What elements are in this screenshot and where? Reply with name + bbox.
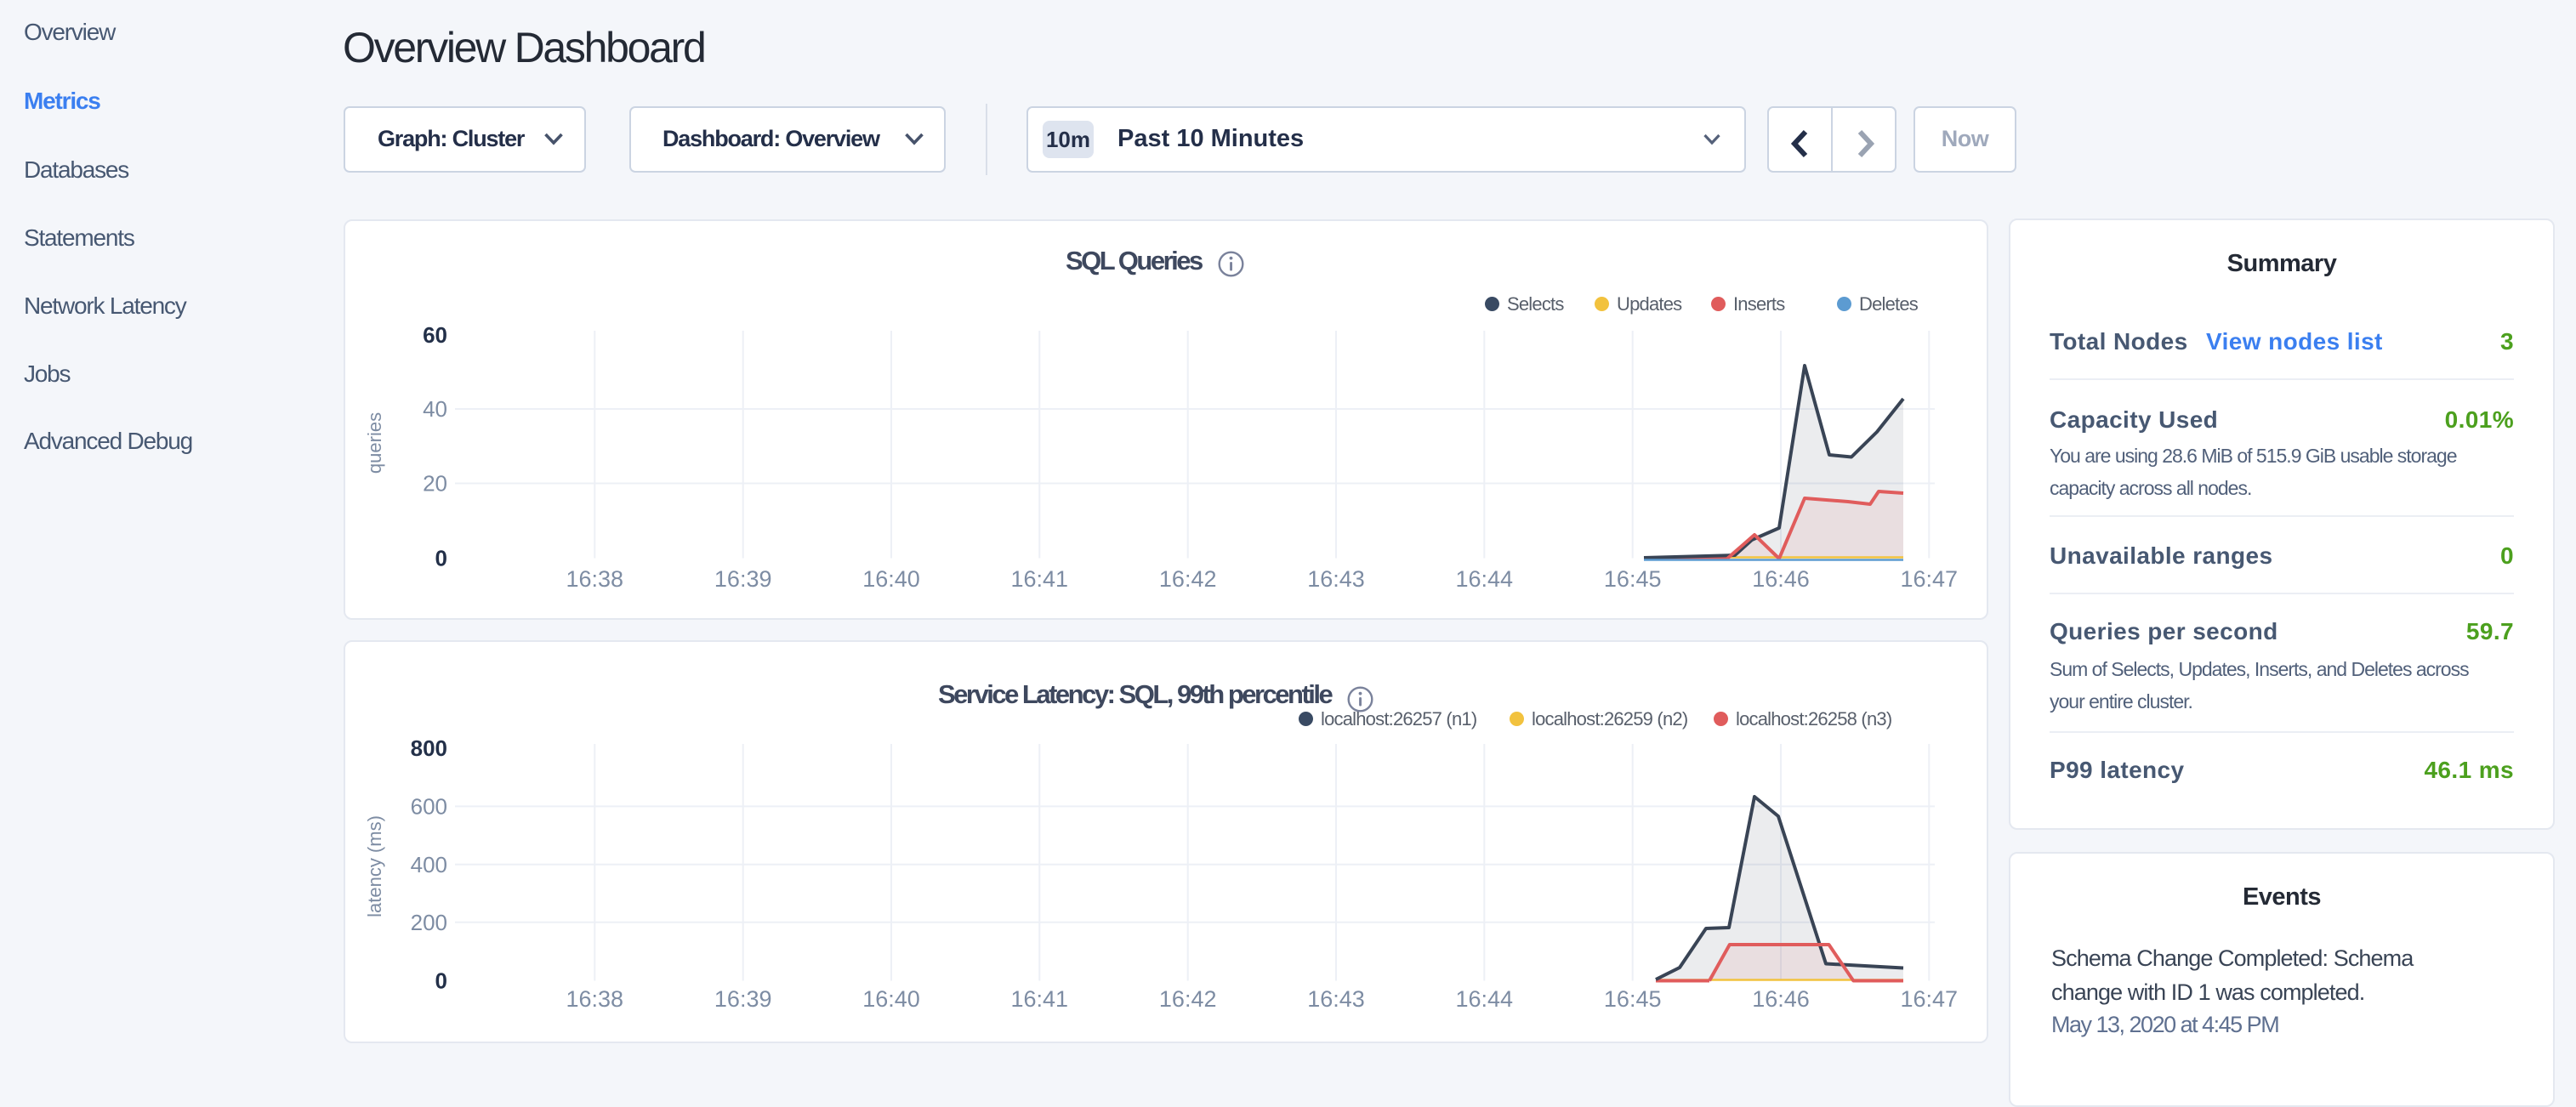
svg-text:0: 0 [435, 968, 447, 994]
svg-text:16:38: 16:38 [566, 566, 624, 592]
svg-text:0: 0 [435, 546, 447, 571]
svg-text:400: 400 [411, 852, 447, 877]
svg-text:queries: queries [364, 412, 385, 474]
svg-text:16:45: 16:45 [1604, 986, 1662, 1012]
svg-text:16:43: 16:43 [1307, 986, 1365, 1012]
svg-text:16:47: 16:47 [1901, 566, 1959, 592]
svg-text:600: 600 [411, 793, 447, 819]
svg-text:16:45: 16:45 [1604, 566, 1662, 592]
svg-text:60: 60 [423, 322, 447, 348]
svg-text:16:41: 16:41 [1011, 986, 1069, 1012]
svg-text:200: 200 [411, 910, 447, 935]
svg-text:16:38: 16:38 [566, 986, 624, 1012]
svg-text:16:39: 16:39 [714, 986, 772, 1012]
svg-text:latency (ms): latency (ms) [364, 815, 385, 917]
svg-text:800: 800 [411, 735, 447, 761]
svg-text:40: 40 [423, 396, 447, 422]
svg-text:20: 20 [423, 471, 447, 497]
svg-text:16:44: 16:44 [1456, 566, 1514, 592]
svg-text:16:42: 16:42 [1159, 986, 1217, 1012]
svg-text:16:46: 16:46 [1752, 986, 1810, 1012]
svg-text:16:46: 16:46 [1752, 566, 1810, 592]
svg-text:16:40: 16:40 [862, 566, 920, 592]
svg-text:16:41: 16:41 [1011, 566, 1069, 592]
svg-text:16:42: 16:42 [1159, 566, 1217, 592]
svg-text:16:44: 16:44 [1456, 986, 1514, 1012]
svg-text:16:43: 16:43 [1307, 566, 1365, 592]
svg-text:16:47: 16:47 [1901, 986, 1959, 1012]
svg-text:16:39: 16:39 [714, 566, 772, 592]
svg-text:16:40: 16:40 [862, 986, 920, 1012]
